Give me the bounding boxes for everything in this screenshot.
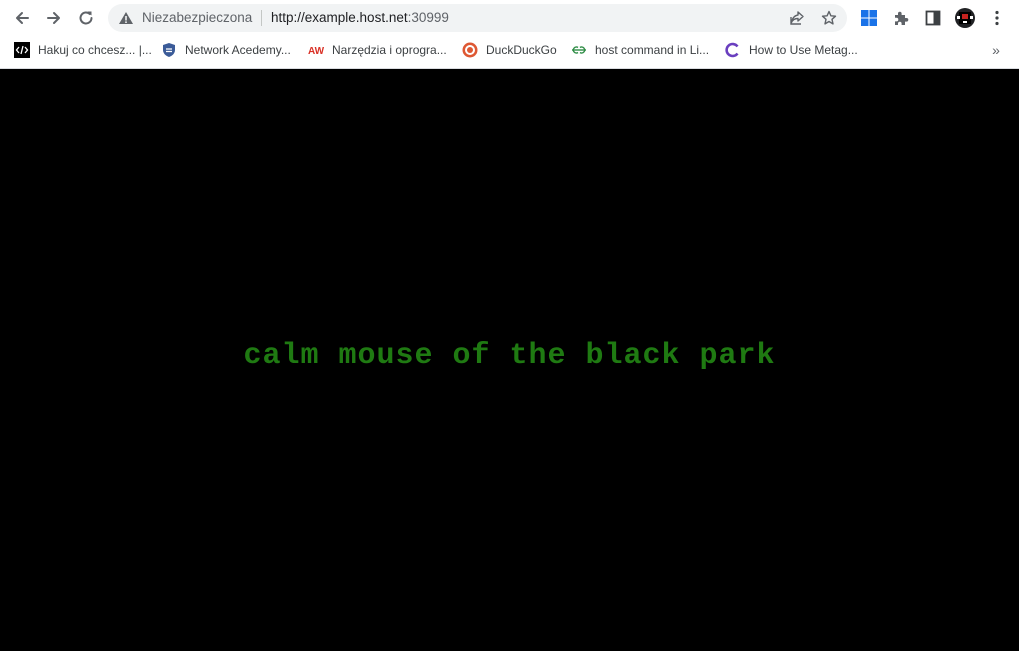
star-icon bbox=[821, 10, 837, 25]
extensions-button[interactable] bbox=[889, 6, 913, 30]
windows-logo-icon bbox=[861, 10, 877, 26]
profile-avatar-icon bbox=[955, 8, 975, 28]
side-panel-button[interactable] bbox=[921, 6, 945, 30]
bookmark-label: Hakuj co chcesz... |... bbox=[38, 43, 152, 57]
svg-text:AW: AW bbox=[308, 46, 324, 57]
bookmarks-bar: Hakuj co chcesz... |... Network Acedemy.… bbox=[0, 36, 1019, 64]
geeksforgeeks-icon bbox=[571, 42, 587, 58]
code-tag-icon bbox=[14, 42, 30, 58]
c-logo-icon bbox=[725, 42, 741, 58]
page-viewport: calm mouse of the black park bbox=[0, 69, 1019, 651]
aw-logo-icon: AW bbox=[308, 42, 324, 58]
back-button[interactable] bbox=[8, 4, 36, 32]
address-bar[interactable]: Niezabezpieczona http://example.host.net… bbox=[108, 4, 847, 32]
bookmark-label: host command in Li... bbox=[595, 43, 710, 57]
url-text[interactable]: http://example.host.net:30999 bbox=[271, 10, 449, 26]
forward-arrow-icon bbox=[47, 12, 60, 24]
warning-triangle-icon[interactable] bbox=[118, 10, 134, 26]
bookmark-item[interactable]: Hakuj co chcesz... |... bbox=[14, 40, 152, 60]
reload-button[interactable] bbox=[72, 4, 100, 32]
share-button[interactable] bbox=[787, 8, 807, 28]
side-panel-icon bbox=[925, 10, 941, 26]
browser-toolbar: Niezabezpieczona http://example.host.net… bbox=[0, 0, 1019, 36]
shield-badge-icon bbox=[161, 42, 177, 58]
bookmark-item[interactable]: host command in Li... bbox=[571, 40, 709, 60]
bookmark-item[interactable]: DuckDuckGo bbox=[462, 40, 557, 60]
security-status-label[interactable]: Niezabezpieczona bbox=[142, 10, 252, 26]
kebab-menu-icon bbox=[995, 10, 999, 26]
reload-icon bbox=[79, 11, 93, 25]
bookmark-label: Network Acedemy... bbox=[185, 43, 291, 57]
omnibox-separator bbox=[261, 10, 262, 26]
share-icon bbox=[790, 11, 804, 25]
profile-button[interactable] bbox=[953, 6, 977, 30]
url-main: http://example.host.net bbox=[271, 10, 408, 25]
bookmark-label: DuckDuckGo bbox=[486, 43, 557, 57]
back-arrow-icon bbox=[16, 12, 29, 24]
more-bookmarks-chevron-icon[interactable]: » bbox=[986, 40, 1006, 60]
bookmark-item[interactable]: AW Narzędzia i oprogra... bbox=[308, 40, 447, 60]
bookmark-label: How to Use Metag... bbox=[749, 43, 858, 57]
page-phrase: calm mouse of the black park bbox=[243, 339, 776, 373]
browser-menu-button[interactable] bbox=[985, 6, 1009, 30]
bookmark-item[interactable]: How to Use Metag... bbox=[725, 40, 858, 60]
bookmark-star-button[interactable] bbox=[819, 8, 839, 28]
url-port: :30999 bbox=[407, 10, 449, 25]
windows-extension-button[interactable] bbox=[857, 6, 881, 30]
forward-button[interactable] bbox=[40, 4, 68, 32]
bookmark-label: Narzędzia i oprogra... bbox=[332, 43, 447, 57]
duckduckgo-icon bbox=[462, 42, 478, 58]
browser-chrome: Niezabezpieczona http://example.host.net… bbox=[0, 0, 1019, 69]
puzzle-icon bbox=[895, 11, 909, 25]
bookmark-item[interactable]: Network Acedemy... bbox=[161, 40, 291, 60]
